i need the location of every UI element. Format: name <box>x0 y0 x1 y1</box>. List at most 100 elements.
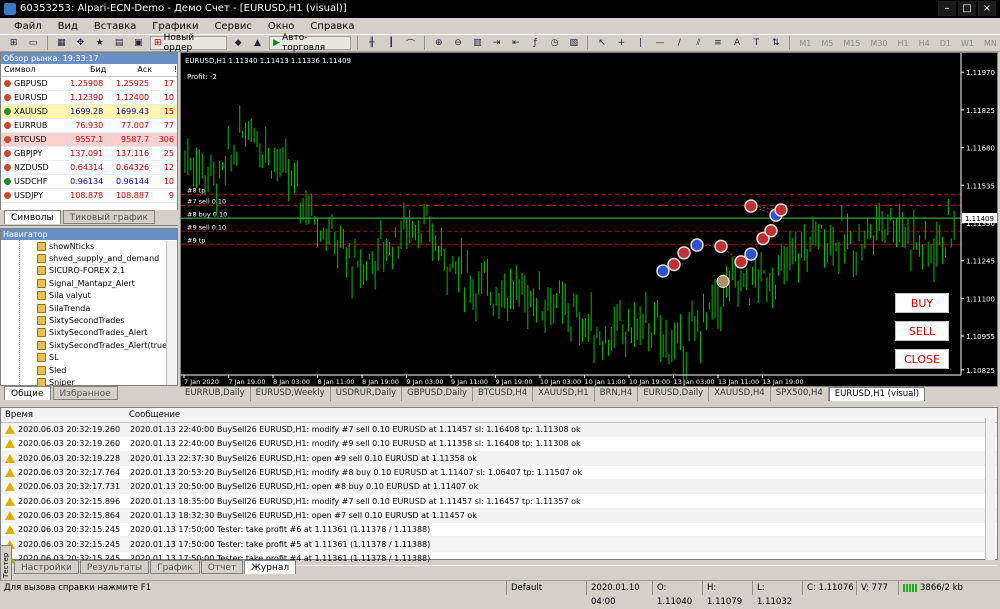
chart-tab[interactable]: EURUSD,Weekly <box>251 387 331 401</box>
log-row[interactable]: 2020.06.03 20:32:17.731 2020.01.13 20:50:… <box>1 480 997 495</box>
market-icon[interactable]: ▲ <box>250 36 265 50</box>
trade-marker[interactable] <box>677 246 691 260</box>
trade-marker[interactable] <box>714 239 728 254</box>
minimize-button[interactable]: – <box>938 1 956 16</box>
navigator-item[interactable]: showNticks <box>1 240 177 252</box>
trade-marker[interactable] <box>744 199 758 213</box>
bar-chart-icon[interactable]: ╫ <box>364 36 379 50</box>
col-symbol[interactable]: Символ <box>1 64 61 77</box>
navigator-item[interactable]: SixtySecondTrades <box>1 314 177 326</box>
horizontal-line-icon[interactable]: — <box>652 36 667 50</box>
col-spread[interactable]: ! <box>152 64 177 77</box>
tile-windows-icon[interactable]: ▥ <box>470 36 485 50</box>
new-order-button[interactable]: ⊞ Новый ордер <box>150 33 227 53</box>
vertical-line-icon[interactable]: | <box>633 36 648 50</box>
fibonacci-icon[interactable]: ≡ <box>710 36 725 50</box>
col-bid[interactable]: Бид <box>60 64 107 77</box>
cursor-icon[interactable]: ↖ <box>594 36 609 50</box>
channel-icon[interactable]: ⫽ <box>691 36 706 50</box>
indicators-icon[interactable]: ƒ <box>528 36 543 50</box>
chart-tab[interactable]: SPX500,H4 <box>771 387 829 401</box>
market-watch-row[interactable]: GBPJPY 137.091 137.116 25 <box>1 146 177 161</box>
market-watch-row[interactable]: BTCUSD 9557.1 9587.7 306 <box>1 132 177 147</box>
line-chart-icon[interactable]: ⌒ <box>403 36 418 50</box>
data-window-icon[interactable]: ✥ <box>73 36 88 50</box>
maximize-button[interactable]: □ <box>958 1 976 16</box>
arrows-icon[interactable]: ⇅ <box>768 36 783 50</box>
navigator-item[interactable]: SilaTrenda <box>1 302 177 314</box>
menu-view[interactable]: Вид <box>58 21 78 32</box>
tab-report[interactable]: Отчет <box>200 560 244 574</box>
zoom-in-icon[interactable]: ⊕ <box>431 36 446 50</box>
trade-marker[interactable] <box>667 257 681 272</box>
log-row[interactable]: 2020.06.03 20:32:19.260 2020.01.13 22:40:… <box>1 423 997 438</box>
menu-tools[interactable]: Сервис <box>214 21 251 32</box>
metaeditor-icon[interactable]: ◆ <box>231 36 246 50</box>
autoscroll-icon[interactable]: ⇥ <box>489 36 504 50</box>
terminal-icon[interactable]: ▤ <box>111 36 126 50</box>
profiles-icon[interactable]: ▭ <box>25 36 40 50</box>
status-profile[interactable]: Default <box>506 581 586 595</box>
trade-marker[interactable] <box>744 247 758 261</box>
menu-charts[interactable]: Графики <box>152 21 198 32</box>
tab-favorites[interactable]: Избранное <box>52 386 118 400</box>
trade-marker[interactable] <box>764 223 778 238</box>
log-row[interactable]: 2020.06.03 20:32:19.228 2020.01.13 22:37:… <box>1 451 997 466</box>
chart-tab[interactable]: XAUUSD,H1 <box>533 387 595 401</box>
market-watch-row[interactable]: USDCHF 0.96134 0.96144 10 <box>1 174 177 189</box>
tester-icon[interactable]: ▣ <box>131 36 146 50</box>
chart-tab[interactable]: EURUSD,H1 (visual) <box>828 387 926 401</box>
chart-window[interactable]: #8 tp #7 sell 0.10 #8 buy 0.10 #9 sell 0.10… <box>180 52 998 387</box>
col-message[interactable]: Сообщение <box>125 408 180 422</box>
tf-w1[interactable]: W1 <box>958 39 977 48</box>
navigator-scrollbar[interactable] <box>166 241 176 385</box>
price-chart[interactable]: #8 tp#7 sell 0.10#8 buy 0.10#9 sell 0.10… <box>181 53 997 386</box>
navigator-item[interactable]: SixtySecondTrades_Alert <box>1 327 177 339</box>
market-watch-row[interactable]: GBPUSD 1.25908 1.25925 17 <box>1 76 177 91</box>
candlestick-icon[interactable]: ┃ <box>384 36 399 50</box>
text-icon[interactable]: A <box>729 36 744 50</box>
navigator-item[interactable]: Signal_Mantapz_Alert <box>1 277 177 289</box>
trade-marker[interactable] <box>734 255 748 269</box>
navigator-item[interactable]: SixtySecondTrades_Alert(truefc <box>1 339 177 351</box>
tf-m15[interactable]: M15 <box>840 39 863 48</box>
chart-tab[interactable]: EURUSD,Daily <box>638 387 710 401</box>
menu-insert[interactable]: Вставка <box>94 21 136 32</box>
trade-marker[interactable] <box>656 264 670 278</box>
close-window-button[interactable]: × <box>978 1 996 16</box>
new-chart-icon[interactable]: ⊞ <box>6 36 21 50</box>
autotrading-button[interactable]: ▶ Авто-торговля <box>269 33 352 53</box>
market-watch-row[interactable]: EURUSD 1.12390 1.12400 10 <box>1 90 177 105</box>
periods-icon[interactable]: ◷ <box>547 36 562 50</box>
navigator-item[interactable]: SL <box>1 352 177 364</box>
col-ask[interactable]: Аск <box>106 64 153 77</box>
templates-icon[interactable]: ▧ <box>566 36 581 50</box>
chart-tab[interactable]: GBPUSD,Daily <box>402 387 474 401</box>
chart-tab[interactable]: BRN,H4 <box>595 387 639 401</box>
market-watch-row[interactable]: EURRUB 76.930 77.007 77 <box>1 118 177 133</box>
navigator-item[interactable]: SICURO-FOREX 2.1 <box>1 265 177 277</box>
navigator-item[interactable]: shved_supply_and_demand <box>1 252 177 264</box>
tf-m5[interactable]: M5 <box>818 39 836 48</box>
navigator-item[interactable]: Sila valyut <box>1 290 177 302</box>
log-row[interactable]: 2020.06.03 20:32:15.864 2020.01.13 18:32:… <box>1 508 997 524</box>
menu-window[interactable]: Окно <box>268 21 295 32</box>
close-button[interactable]: CLOSE <box>895 349 949 369</box>
menu-file[interactable]: Файл <box>14 21 42 32</box>
log-row[interactable]: 2020.06.03 20:32:19.260 2020.01.13 22:40:… <box>1 437 997 452</box>
chart-tab[interactable]: XAUUSD,H4 <box>709 387 771 401</box>
col-time[interactable]: Время <box>1 408 125 422</box>
tf-h4[interactable]: H4 <box>916 39 933 48</box>
tab-results[interactable]: Результаты <box>79 560 150 574</box>
tab-journal[interactable]: Журнал <box>244 560 297 574</box>
log-row[interactable]: 2020.06.03 20:32:15.896 2020.01.13 18:35:… <box>1 494 997 509</box>
market-watch-row[interactable]: XAUUSD 1699.28 1699.43 15 <box>1 104 177 119</box>
tab-common[interactable]: Общие <box>4 386 51 400</box>
log-row[interactable]: 2020.06.03 20:32:15.245 2020.01.13 17:50:… <box>1 537 997 552</box>
tab-settings[interactable]: Настройки <box>14 560 79 574</box>
chart-tab[interactable]: USDRUR,Daily <box>331 387 403 401</box>
trade-close-marker[interactable] <box>716 274 730 288</box>
tf-mn[interactable]: MN <box>981 39 1000 48</box>
sell-button[interactable]: SELL <box>895 321 949 341</box>
navigator-icon[interactable]: ★ <box>92 36 107 50</box>
